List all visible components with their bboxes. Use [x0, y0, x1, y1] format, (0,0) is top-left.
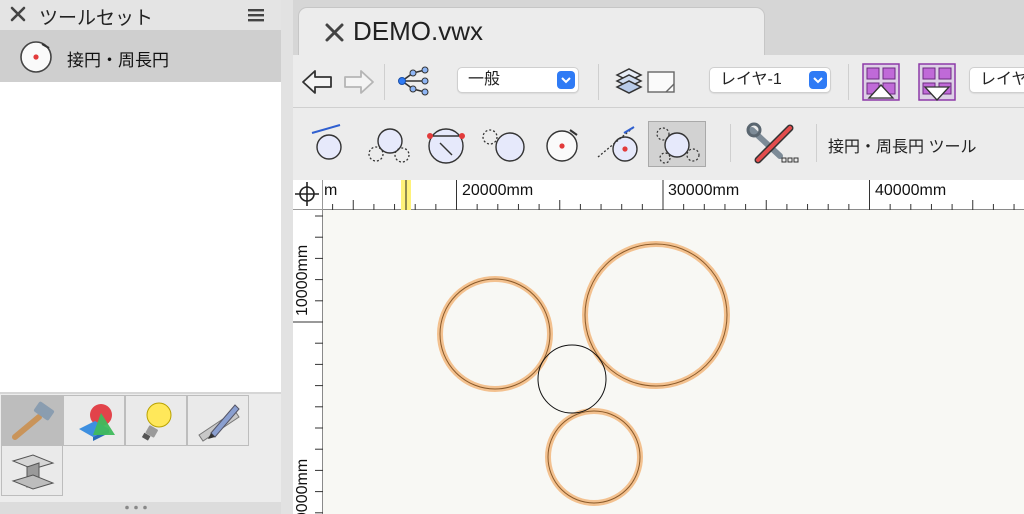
steel-beam-icon: [11, 454, 55, 490]
class-select-value: 一般: [468, 71, 501, 88]
toolbar-separator: [848, 64, 849, 100]
circle-center-icon: [546, 129, 578, 162]
selected-circle-large[interactable]: [582, 241, 730, 389]
layer-up-icon[interactable]: [862, 63, 900, 101]
layer-down-icon[interactable]: [918, 63, 956, 101]
circle-line-icon: [597, 126, 638, 162]
dims-notes-toolset-button[interactable]: [187, 395, 249, 446]
layer-select-secondary[interactable]: レイヤ: [969, 67, 1024, 93]
3d-modeling-toolset-button[interactable]: [63, 395, 125, 446]
hammer-icon: [12, 401, 55, 440]
forward-arrow-icon[interactable]: [342, 68, 376, 96]
back-arrow-icon[interactable]: [300, 68, 334, 96]
visualization-toolset-button[interactable]: [125, 395, 187, 446]
class-select[interactable]: 一般: [457, 67, 579, 93]
layer-select-value: レイヤ-1: [720, 71, 782, 88]
layer-select-secondary-value: レイヤ: [980, 71, 1024, 88]
mode-circle-center[interactable]: [532, 121, 590, 167]
active-tool-name: 接円・周長円 ツール: [828, 139, 977, 156]
tool-preferences-icon[interactable]: [746, 122, 802, 166]
pane-splitter[interactable]: [281, 0, 293, 514]
chevron-down-icon: [557, 71, 575, 89]
document-title: DEMO.vwx: [353, 16, 483, 46]
ruler-label: 30000mm: [668, 182, 740, 199]
ruler-origin[interactable]: [293, 180, 323, 210]
drawing-svg: [437, 241, 730, 506]
ruler-label: 10000mm: [294, 244, 311, 316]
pencil-ruler-icon: [198, 404, 240, 442]
toolbar-separator: [598, 64, 599, 100]
ruler-label: m: [324, 182, 338, 199]
mode-tangent-line-circle[interactable]: [302, 121, 360, 167]
crosshair-icon: [295, 182, 319, 206]
toolbar-separator: [730, 124, 731, 162]
tangent-three-circles-icon: [656, 127, 700, 164]
drawing-canvas[interactable]: [323, 210, 1024, 514]
selected-circle-bottom[interactable]: [545, 408, 643, 506]
tangent-line-circle-icon: [311, 124, 342, 160]
mode-two-circles[interactable]: [358, 121, 416, 167]
close-icon[interactable]: [9, 5, 27, 23]
mode-three-circles[interactable]: [648, 121, 706, 167]
palette-tool-label: 接円・周長円: [67, 51, 169, 70]
mode-circle-line[interactable]: [590, 121, 648, 167]
resize-grip-icon[interactable]: [123, 505, 149, 510]
ruler-label: 20000mm: [462, 182, 534, 199]
layers-icon[interactable]: [612, 66, 680, 98]
light-bulb-icon: [141, 402, 172, 441]
toolbar-separator: [384, 64, 385, 100]
selected-circle-left[interactable]: [437, 276, 553, 392]
mode-circle-diameter[interactable]: [416, 121, 474, 167]
3d-shapes-icon: [79, 404, 115, 441]
circle-diameter-icon: [427, 128, 465, 164]
tangent-two-circles-icon: [368, 128, 410, 163]
mode-circle-from-dotted[interactable]: [474, 121, 532, 167]
close-tab-icon[interactable]: [324, 22, 345, 43]
detailing-toolset-button[interactable]: [1, 445, 63, 496]
building-shell-toolset-button[interactable]: [1, 395, 63, 446]
ruler-label: 20000mm: [294, 458, 311, 514]
toolbar-separator: [816, 124, 817, 162]
tangent-circle-tool-icon: [20, 41, 52, 73]
palette-title: ツールセット: [39, 8, 154, 29]
saved-views-icon[interactable]: [396, 66, 430, 96]
tangent-circle-result[interactable]: [537, 344, 607, 414]
hamburger-menu-icon[interactable]: [247, 6, 265, 24]
chevron-down-icon: [809, 71, 827, 89]
circle-perimeter-icon: [482, 129, 525, 162]
layer-select[interactable]: レイヤ-1: [709, 67, 831, 93]
ruler-label: 40000mm: [875, 182, 947, 199]
